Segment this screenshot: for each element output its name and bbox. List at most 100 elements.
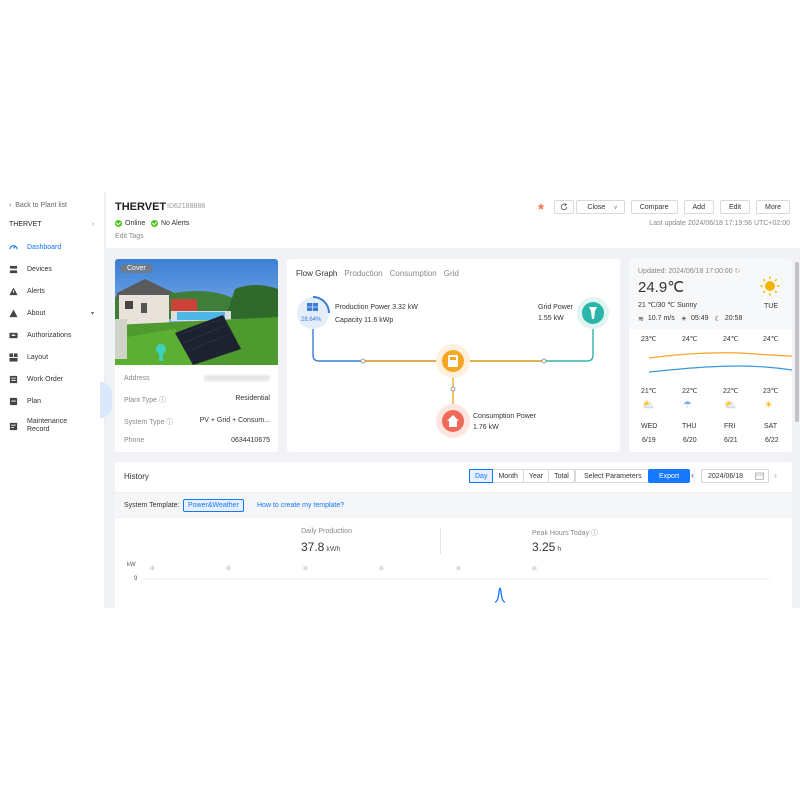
chevron-left-icon[interactable]: ‹ <box>691 470 694 480</box>
record-icon <box>9 422 18 431</box>
period-month[interactable]: Month <box>492 469 524 483</box>
history-title: History <box>124 472 149 481</box>
warning-icon <box>9 286 18 296</box>
app-frame: ‹ Back to Plant list THERVET › Dashboard… <box>0 192 800 608</box>
plant-info-card: Cover Address Plant Type ⓘ Residential S… <box>115 259 278 452</box>
grid-power-label: Grid Power <box>538 304 574 311</box>
capacity: Capacity 11.6 kWp <box>335 317 394 324</box>
sidebar-collapse-handle[interactable] <box>100 382 112 418</box>
info-icon <box>9 308 18 318</box>
weather-marker: ✳ <box>225 564 232 573</box>
forecast-icons: ⛅ ☂ ⛅ ☀ <box>629 400 792 414</box>
rain-icon: ☂ <box>683 400 692 411</box>
compare-button[interactable]: Compare <box>630 200 678 214</box>
weather-marker: ✳ <box>149 564 156 573</box>
sidebar-item-label: Authorizations <box>27 331 72 339</box>
page-title: THERVET <box>115 201 167 213</box>
sidebar-item-layout[interactable]: Layout <box>0 346 104 368</box>
info-value: PV + Grid + Consum... <box>199 417 270 424</box>
layout-icon <box>9 352 18 362</box>
check-circle-icon <box>151 220 158 227</box>
close-select[interactable]: Close ∨ <box>576 200 625 214</box>
template-tag[interactable]: Power&Weather <box>183 499 244 512</box>
last-update: Last update 2024/06/18 17:19:56 UTC+02:0… <box>649 220 790 227</box>
grid-power-value: 1.55 kW <box>538 315 564 322</box>
forecast-day: WED <box>641 423 658 430</box>
peak-hours-label: Peak Hours Today ⓘ <box>532 528 598 538</box>
export-button[interactable]: Export <box>648 469 691 483</box>
forecast-day: SAT <box>764 423 778 430</box>
sidebar-item-label: Maintenance Record <box>27 418 68 433</box>
star-icon[interactable]: ★ <box>536 202 545 213</box>
period-day[interactable]: Day <box>469 469 494 483</box>
question-circle-icon[interactable]: ⓘ <box>166 419 173 426</box>
period-total[interactable]: Total <box>548 469 575 483</box>
weather-marker: ✳ <box>531 564 538 573</box>
sidebar-item-work-order[interactable]: Work Order <box>0 368 104 390</box>
peak-hours-label-text: Peak Hours Today <box>532 530 590 537</box>
pv-percent: 28.64% <box>301 317 322 323</box>
question-circle-icon[interactable]: ⓘ <box>159 397 166 404</box>
forecast-day: THU <box>682 423 697 430</box>
refresh-button[interactable] <box>554 200 575 214</box>
template-bar: System Template: Power&Weather How to cr… <box>115 492 792 518</box>
address-value-redacted <box>204 375 270 381</box>
sidebar-item-dashboard[interactable]: Dashboard <box>0 236 104 258</box>
sidebar-nav: Dashboard Devices Alerts About ▾ Authori… <box>0 236 104 440</box>
cover-badge: Cover <box>120 264 153 273</box>
forecast-low: 21℃ <box>641 388 657 395</box>
refresh-icon[interactable]: ↻ <box>735 268 741 275</box>
work-order-icon <box>9 375 18 384</box>
forecast-date: 6/21 <box>724 437 738 444</box>
forecast-high: 24℃ <box>723 336 739 343</box>
question-circle-icon[interactable]: ⓘ <box>591 530 598 537</box>
plant-photo[interactable]: Cover <box>115 259 278 365</box>
edit-button[interactable]: Edit <box>719 200 751 214</box>
page-header: THERVET ID62188888 Online No Alerts Edit… <box>106 192 800 248</box>
high-temp-curve <box>648 352 792 359</box>
add-button[interactable]: Add <box>683 200 714 214</box>
sidebar-item-alerts[interactable]: Alerts <box>0 280 104 302</box>
back-to-plant-list-link[interactable]: ‹ Back to Plant list <box>9 202 67 209</box>
chevron-down-icon: ▾ <box>90 310 94 317</box>
sunrise-icon: ☀ <box>680 316 688 323</box>
weather-day: TUE <box>764 303 778 310</box>
back-link-label: Back to Plant list <box>15 202 67 209</box>
edit-tags-link[interactable]: Edit Tags <box>115 233 144 240</box>
info-key: Address <box>124 375 150 382</box>
sidebar-item-maintenance-record[interactable]: Maintenance Record <box>0 412 104 440</box>
status-online: Online <box>115 220 145 227</box>
wind-speed: 10.7 m/s <box>647 315 675 322</box>
forecast-date: 6/22 <box>765 437 779 444</box>
flow-dot <box>541 358 547 364</box>
sidebar-item-authorizations[interactable]: Authorizations <box>0 324 104 346</box>
consumption-value: 1.76 kW <box>473 424 499 431</box>
devices-icon <box>9 265 18 274</box>
weather-details: ≋ 10.7 m/s ☀ 05:49 ☾ 20:58 <box>638 315 742 323</box>
template-help-link[interactable]: How to create my template? <box>257 502 344 509</box>
sunset-time: 20:58 <box>724 315 743 322</box>
sidebar-item-devices[interactable]: Devices <box>0 258 104 280</box>
chevron-right-icon[interactable]: › <box>92 221 94 228</box>
template-label: System Template: <box>124 502 180 509</box>
sidebar-item-label: Layout <box>27 353 49 361</box>
chevron-right-icon[interactable]: › <box>774 470 777 480</box>
scrollbar-thumb[interactable] <box>795 262 799 422</box>
more-button[interactable]: More <box>756 200 790 214</box>
wind-icon: ≋ <box>638 316 644 323</box>
sidebar-item-plan[interactable]: Plan <box>0 390 104 412</box>
production-power: Production Power 3.32 kW <box>335 304 418 311</box>
plant-selector[interactable]: THERVET <box>9 221 42 228</box>
weather-marker: ✳ <box>378 564 385 573</box>
sun-icon: ☀ <box>764 400 773 411</box>
power-series-line <box>494 587 506 603</box>
sidebar-item-about[interactable]: About ▾ <box>0 302 104 324</box>
select-parameters-button[interactable]: Select Parameters <box>575 469 651 483</box>
period-year[interactable]: Year <box>522 469 550 483</box>
chevron-left-icon: ‹ <box>9 202 12 209</box>
flow-dot <box>450 386 456 392</box>
date-picker[interactable]: 2024/06/18 <box>701 469 769 483</box>
solar-panel-icon <box>307 303 318 311</box>
flow-diagram <box>297 296 609 438</box>
forecast-date: 6/19 <box>642 437 656 444</box>
